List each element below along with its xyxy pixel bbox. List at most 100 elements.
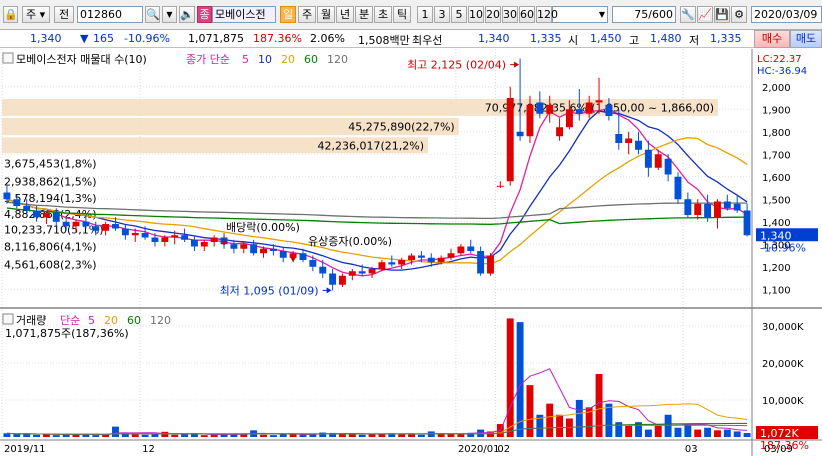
candle-body: [102, 224, 110, 231]
high-price: 1,480: [650, 32, 682, 45]
volume-ma-prefix: 단순: [60, 314, 80, 327]
ma-legend-item: 120: [327, 53, 348, 66]
volume-bar: [151, 434, 159, 437]
gear-icon[interactable]: ⚙: [731, 6, 747, 23]
candle-body: [496, 185, 504, 187]
candle-body: [487, 255, 494, 274]
volume-bar: [644, 429, 652, 437]
volume-bar: [112, 426, 119, 437]
volume-bar: [161, 431, 169, 437]
search-icon[interactable]: 🔍: [145, 6, 160, 23]
volume-bar: [625, 425, 633, 437]
turnover: 2.06%: [310, 32, 345, 45]
ma-legend-prefix: 종가 단순: [186, 53, 230, 66]
candle-body: [279, 251, 287, 258]
volume-bar: [33, 434, 40, 437]
candle-body: [82, 221, 90, 227]
candle-body: [644, 149, 652, 168]
quote-bar: 1,340 ▼ 165 -10.96% 1,071,875 187.36% 2.…: [0, 30, 822, 48]
candle-body: [437, 257, 445, 263]
candle-body: [556, 127, 564, 137]
volume-bar: [200, 435, 208, 437]
candle-body: [635, 140, 642, 150]
interval-tab[interactable]: 20: [485, 6, 501, 23]
candles: [3, 58, 751, 291]
interval-tab[interactable]: 3: [434, 6, 450, 23]
candle-body: [299, 253, 307, 260]
interval-tab[interactable]: 10: [468, 6, 484, 23]
speaker-icon[interactable]: 🔈: [179, 6, 195, 23]
interval-tab[interactable]: 120: [536, 6, 558, 23]
candle-body: [723, 201, 731, 209]
period-tab[interactable]: 주: [298, 6, 316, 23]
daily-tab[interactable]: 일: [280, 6, 296, 23]
volume-ma-legend-item: 120: [150, 314, 171, 327]
date-input[interactable]: 2020/03/09: [751, 6, 822, 23]
lock-icon[interactable]: 🔒: [3, 6, 18, 23]
buy-button[interactable]: 매수: [754, 30, 790, 48]
count-input[interactable]: 75/600: [612, 6, 676, 23]
stock-name-field[interactable]: 모베이스전: [212, 6, 276, 23]
volume-bar: [181, 434, 189, 437]
low-label: 저: [689, 34, 700, 47]
market-select[interactable]: 주 ▾: [22, 6, 50, 23]
stock-code-input[interactable]: 012860: [77, 6, 143, 23]
volume-bar: [348, 434, 356, 437]
best-ask-label: 최우선: [412, 34, 443, 47]
price-tick-label: 1,200: [762, 263, 791, 274]
candle-body: [447, 253, 455, 258]
interval-tab[interactable]: 30: [502, 6, 518, 23]
volume-bar: [13, 434, 21, 437]
interval-select[interactable]: ▼: [552, 6, 608, 23]
candle-body: [704, 203, 712, 218]
trade-amount: 1,508백만: [358, 34, 410, 47]
low-annotation: 최저 1,095 (01/09): [220, 284, 319, 297]
chevron-down-icon[interactable]: ▼: [162, 6, 177, 23]
volume-bar: [743, 433, 751, 437]
candle-body: [664, 158, 672, 175]
rights-event-label: 유상증자(0.00%): [308, 235, 392, 248]
candle-body: [654, 154, 662, 168]
volume-tick-label: 10,000K: [762, 396, 804, 407]
tools-icon[interactable]: 🔧: [680, 6, 696, 23]
volume-bar: [733, 431, 741, 437]
candle-body: [408, 255, 415, 260]
candle-body: [427, 257, 435, 263]
candle-body: [417, 255, 425, 258]
period-tab[interactable]: 월: [317, 6, 335, 23]
period-button[interactable]: 전: [54, 6, 74, 23]
interval-tab[interactable]: 60: [519, 6, 535, 23]
chart-line-icon[interactable]: 📈: [697, 6, 713, 23]
sell-button[interactable]: 매도: [790, 30, 822, 48]
period-tab[interactable]: 초: [374, 6, 392, 23]
candle-body: [161, 237, 169, 242]
ma-legend-item: 10: [258, 53, 272, 66]
stock-chart[interactable]: 70,977,982(35,6%)(1,950,00 ~ 1,866,00)45…: [0, 49, 822, 456]
volume-legend-toggle-icon[interactable]: [2, 313, 14, 325]
candle-body: [33, 210, 40, 218]
period-tab[interactable]: 년: [336, 6, 354, 23]
save-icon[interactable]: 💾: [714, 6, 730, 23]
volume-bar: [171, 434, 179, 437]
price-tick-label: 1,900: [762, 105, 791, 116]
hc-label: HC:-36.94: [757, 66, 807, 77]
price-tick-label: 1,700: [762, 150, 791, 161]
candle-body: [62, 221, 70, 227]
stock-tag-icon[interactable]: 종: [197, 6, 212, 23]
interval-tab[interactable]: 5: [451, 6, 467, 23]
date-value: 2020/03/09: [754, 8, 818, 21]
volume-bar: [269, 435, 277, 437]
volume-bar: [674, 427, 682, 437]
volume-profile-label: 45,275,890(22,7%): [348, 121, 455, 134]
period-tab[interactable]: 분: [355, 6, 373, 23]
candle-body: [151, 237, 159, 242]
volume-profile-label: 42,236,017(21,2%): [318, 139, 425, 152]
volume-ratio: 187.36%: [253, 32, 302, 45]
period-tab[interactable]: 틱: [393, 6, 411, 23]
volume-tick-label: 20,000K: [762, 359, 804, 370]
candle-body: [230, 244, 238, 249]
interval-tab[interactable]: 1: [417, 6, 433, 23]
legend-toggle-icon[interactable]: [2, 52, 14, 64]
candle-body: [674, 176, 682, 200]
down-arrow-icon: ▼: [80, 32, 89, 45]
